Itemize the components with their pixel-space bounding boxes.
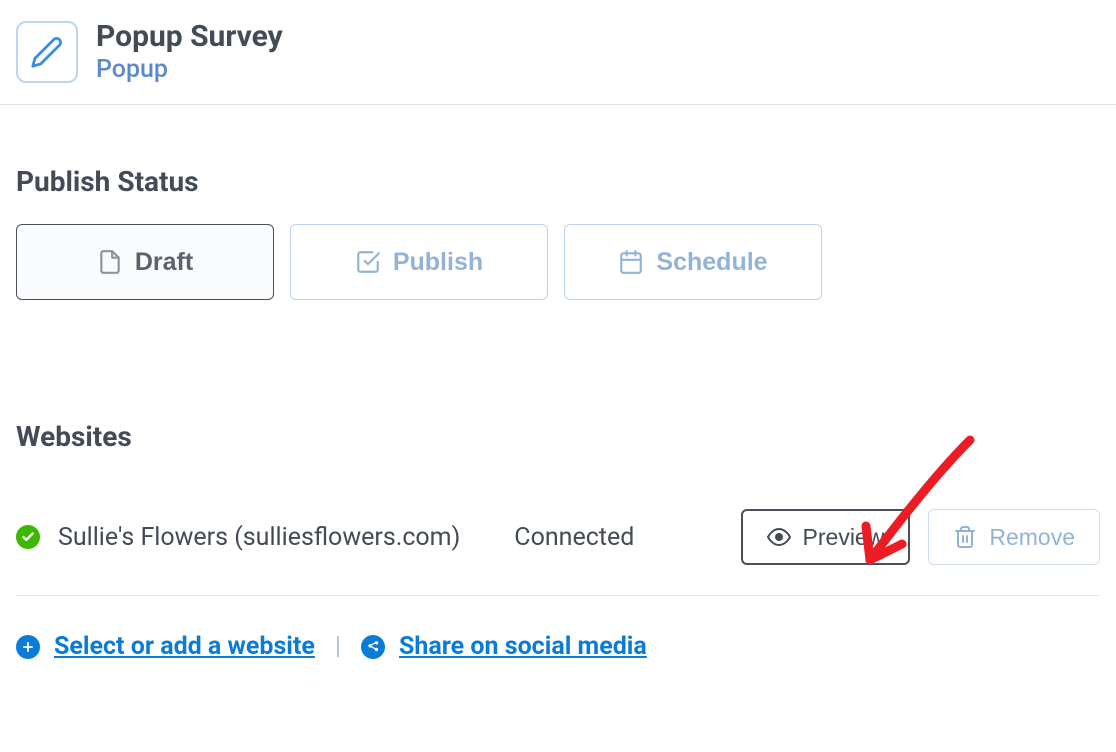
calendar-icon (618, 249, 644, 275)
file-icon (97, 249, 123, 275)
share-link[interactable]: Share on social media (361, 632, 647, 661)
draft-label: Draft (135, 248, 193, 277)
plus-circle-icon (16, 635, 40, 659)
remove-button[interactable]: Remove (928, 509, 1100, 565)
trash-icon (953, 525, 977, 549)
draft-button[interactable]: Draft (16, 224, 274, 300)
eye-icon (767, 525, 791, 549)
publish-button[interactable]: Publish (290, 224, 548, 300)
check-square-icon (355, 249, 381, 275)
publish-status-heading: Publish Status (16, 165, 1100, 198)
check-circle-icon (16, 525, 40, 549)
publish-status-buttons: Draft Publish Schedule (16, 224, 1100, 300)
header: Popup Survey Popup (0, 0, 1116, 105)
publish-label: Publish (393, 248, 483, 277)
popup-type-icon-box (16, 21, 78, 83)
preview-label: Preview (803, 524, 885, 551)
remove-label: Remove (989, 524, 1075, 551)
website-name: Sullie's Flowers (sulliesflowers.com) (58, 523, 460, 552)
websites-heading: Websites (16, 420, 1100, 453)
preview-button[interactable]: Preview (741, 509, 911, 565)
page-subtitle: Popup (96, 55, 283, 84)
links-row: Select or add a website | Share on socia… (16, 632, 1100, 661)
add-website-link[interactable]: Select or add a website (16, 632, 315, 661)
schedule-button[interactable]: Schedule (564, 224, 822, 300)
page-title: Popup Survey (96, 20, 283, 53)
website-status: Connected (514, 523, 634, 552)
share-label: Share on social media (399, 632, 647, 661)
website-row: Sullie's Flowers (sulliesflowers.com) Co… (16, 479, 1100, 596)
add-website-label: Select or add a website (54, 632, 315, 661)
pencil-icon (30, 35, 64, 69)
schedule-label: Schedule (656, 248, 767, 277)
link-divider: | (335, 632, 341, 661)
title-block: Popup Survey Popup (96, 20, 283, 84)
share-circle-icon (361, 635, 385, 659)
